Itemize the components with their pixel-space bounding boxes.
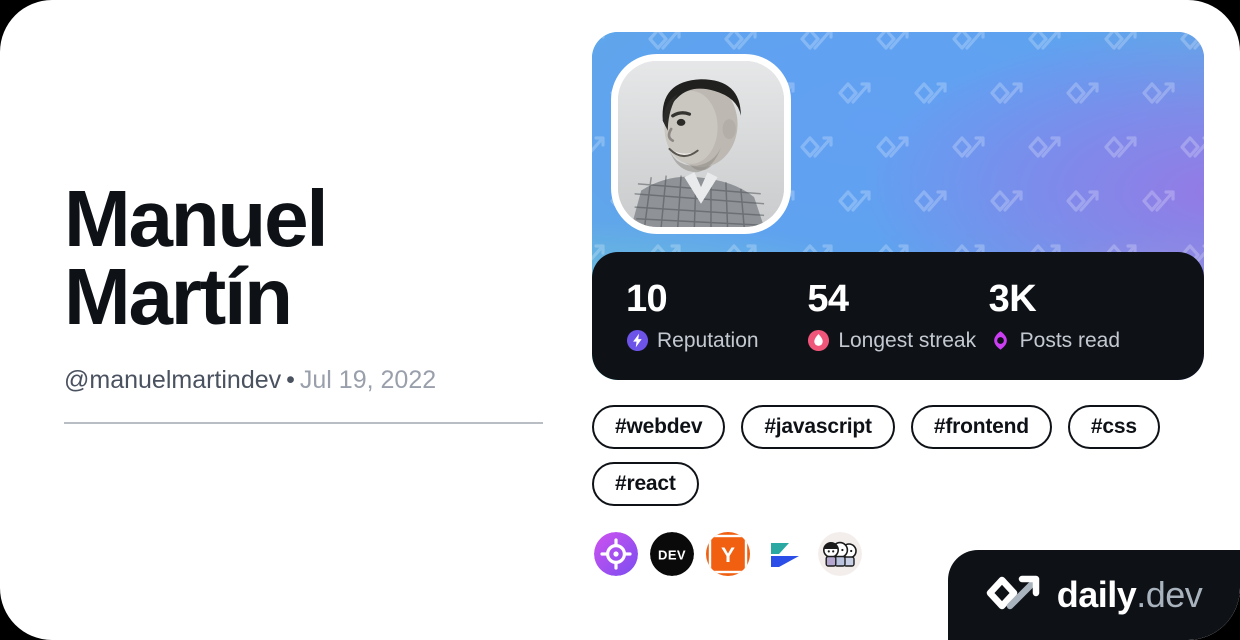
stat-reputation: 10 Reputation — [626, 280, 807, 352]
arrow-play-source-icon[interactable] — [762, 532, 806, 576]
devto-source-icon[interactable]: DEV — [650, 532, 694, 576]
hackernews-source-icon[interactable]: Y — [706, 532, 750, 576]
stat-longest-streak: 54 Longest streak — [807, 280, 988, 352]
divider — [64, 422, 543, 425]
flame-icon — [807, 329, 830, 352]
stat-label: Longest streak — [838, 329, 977, 352]
lightning-bolt-icon — [626, 329, 649, 352]
stat-label: Posts read — [1019, 329, 1121, 352]
avatar — [611, 54, 791, 234]
tag-chip[interactable]: #webdev — [592, 405, 726, 449]
brand-name: daily — [1056, 574, 1137, 615]
profile-meta: @manuelmartindev • Jul 19, 2022 — [64, 365, 564, 395]
brand-tld: .dev — [1136, 574, 1203, 615]
tag-chip[interactable]: #react — [592, 462, 699, 506]
stat-value: 54 — [807, 278, 849, 320]
brand-wordmark: daily.dev — [1057, 577, 1203, 613]
stats-bar: 10 Reputation 54 Longest streak 3K Posts… — [592, 252, 1204, 380]
svg-text:DEV: DEV — [658, 548, 686, 563]
group-avatars-source-icon[interactable] — [818, 532, 862, 576]
stat-value: 3K — [988, 278, 1037, 320]
daily-dev-brand-badge: daily.dev — [948, 550, 1240, 640]
profile-panel: 10 Reputation 54 Longest streak 3K Posts… — [592, 32, 1204, 380]
profile-identity: Manuel Martín @manuelmartindev • Jul 19, 2… — [64, 174, 564, 425]
eye-ring-icon — [989, 329, 1012, 352]
profile-details: 10 Reputation 54 Longest streak 3K Posts… — [592, 32, 1208, 576]
stat-posts-read: 3K Posts read — [989, 280, 1170, 352]
daily-dev-logo-icon — [986, 572, 1042, 619]
joined-date: Jul 19, 2022 — [299, 365, 437, 394]
stat-label: Reputation — [657, 329, 759, 352]
page-title: Manuel Martín — [64, 174, 329, 342]
daily-dev-target-source-icon[interactable] — [594, 532, 638, 576]
svg-text:Y: Y — [721, 544, 735, 567]
tag-list: #webdev #javascript #frontend #css #reac… — [592, 405, 1196, 506]
tag-chip[interactable]: #css — [1067, 405, 1160, 449]
tag-chip[interactable]: #frontend — [910, 405, 1052, 449]
meta-separator: • — [286, 365, 295, 394]
profile-handle: @manuelmartindev — [64, 365, 282, 394]
avatar-photo — [618, 61, 784, 227]
tag-chip[interactable]: #javascript — [741, 405, 895, 449]
profile-card: Manuel Martín @manuelmartindev • Jul 19, 2… — [0, 0, 1240, 640]
stat-value: 10 — [626, 278, 668, 320]
